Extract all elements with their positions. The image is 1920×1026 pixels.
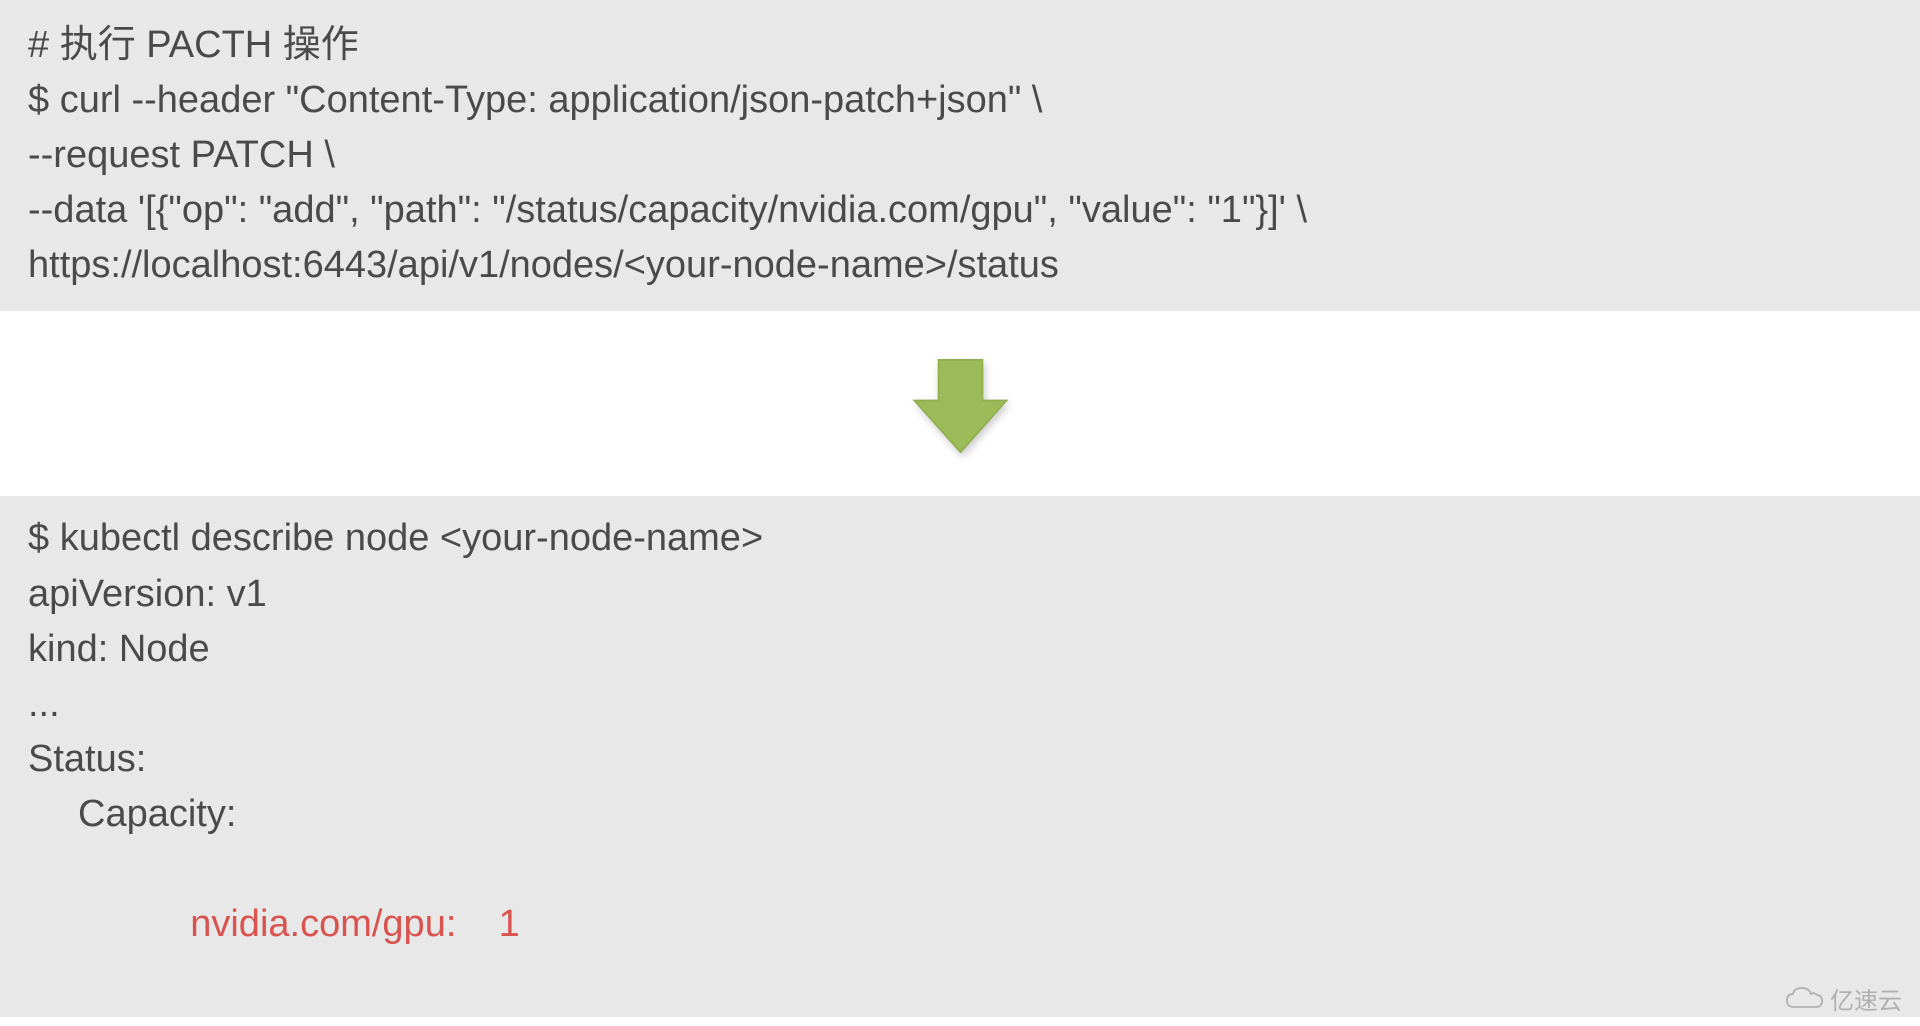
arrow-down-icon xyxy=(903,351,1018,461)
gpu-value: 1 xyxy=(499,903,520,945)
code-line: apiVersion: v1 xyxy=(28,567,1892,622)
code-line: --data '[{"op": "add", "path": "/status/… xyxy=(28,183,1892,238)
code-line: ... xyxy=(28,677,1892,732)
cloud-icon xyxy=(1784,985,1824,1013)
watermark-text: 亿速云 xyxy=(1830,981,1902,1016)
code-line: kind: Node xyxy=(28,622,1892,677)
code-block-bottom: $ kubectl describe node <your-node-name>… xyxy=(0,496,1920,1017)
code-line: $ kubectl describe node <your-node-name> xyxy=(28,511,1892,566)
code-line: https://localhost:6443/api/v1/nodes/<you… xyxy=(28,238,1892,293)
arrow-container xyxy=(0,311,1920,496)
code-block-top: # 执行 PACTH 操作 $ curl --header "Content-T… xyxy=(0,0,1920,311)
gpu-key: nvidia.com/gpu: xyxy=(190,903,456,945)
code-line: --request PATCH \ xyxy=(28,128,1892,183)
code-line: Capacity: xyxy=(28,787,1892,842)
watermark: 亿速云 xyxy=(1784,981,1902,1016)
code-line-highlighted: nvidia.com/gpu: 1 xyxy=(28,842,1892,1007)
code-line: # 执行 PACTH 操作 xyxy=(28,18,1892,73)
code-line: Status: xyxy=(28,732,1892,787)
code-line: $ curl --header "Content-Type: applicati… xyxy=(28,73,1892,128)
